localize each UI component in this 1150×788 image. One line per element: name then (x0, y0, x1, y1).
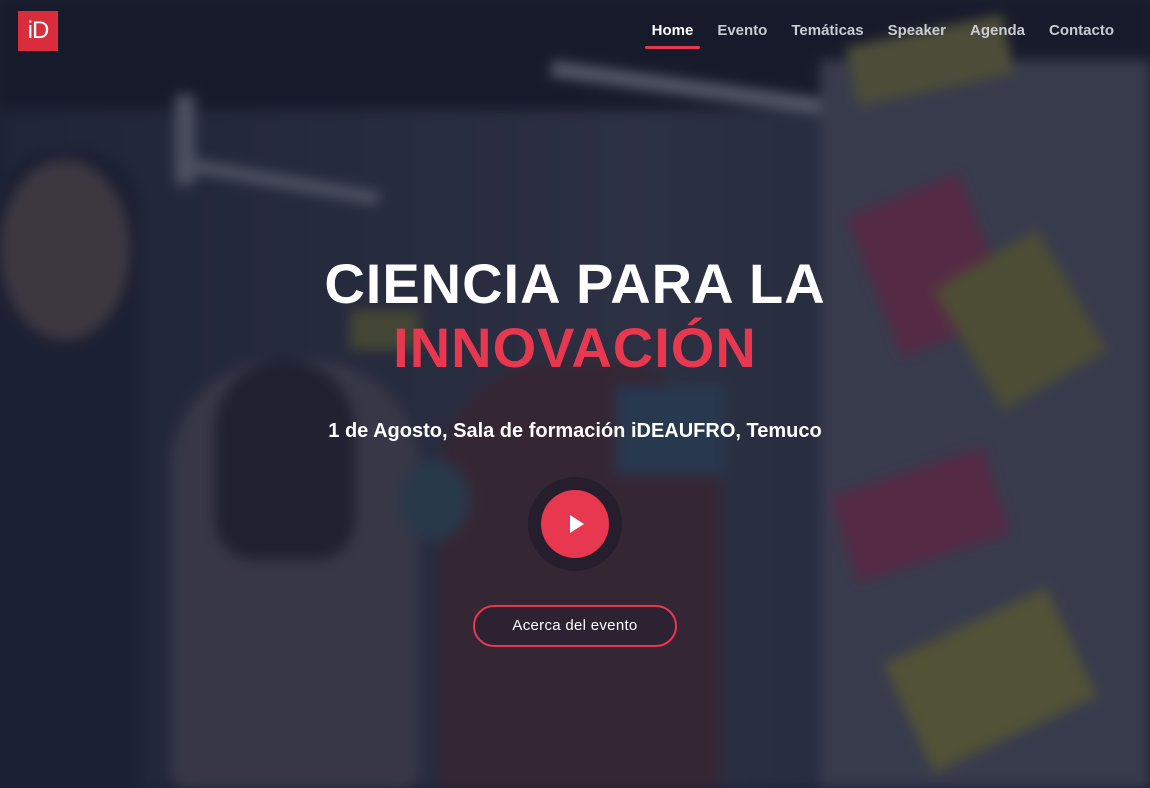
hero-section: iD Home Evento Temáticas Speaker Agenda … (0, 0, 1150, 788)
about-event-button[interactable]: Acerca del evento (473, 605, 677, 647)
play-icon (570, 515, 584, 533)
nav-item-speaker[interactable]: Speaker (876, 20, 958, 49)
play-button-circle[interactable] (541, 490, 609, 558)
nav-item-home[interactable]: Home (640, 20, 706, 49)
hero-title-line2: INNOVACIÓN (393, 316, 757, 379)
nav-item-contacto[interactable]: Contacto (1037, 20, 1126, 49)
play-video-button[interactable] (528, 477, 622, 571)
brand-logo[interactable]: iD (18, 11, 58, 51)
nav-item-agenda[interactable]: Agenda (958, 20, 1037, 49)
hero-subtitle: 1 de Agosto, Sala de formación iDEAUFRO,… (328, 420, 822, 442)
main-nav: Home Evento Temáticas Speaker Agenda Con… (640, 20, 1126, 49)
nav-item-evento[interactable]: Evento (705, 20, 779, 49)
navbar: iD Home Evento Temáticas Speaker Agenda … (0, 0, 1150, 62)
nav-item-tematicas[interactable]: Temáticas (779, 20, 875, 49)
hero-content: CIENCIA PARA LA INNOVACIÓN 1 de Agosto, … (0, 252, 1150, 647)
hero-title-line1: CIENCIA PARA LA (324, 252, 826, 315)
